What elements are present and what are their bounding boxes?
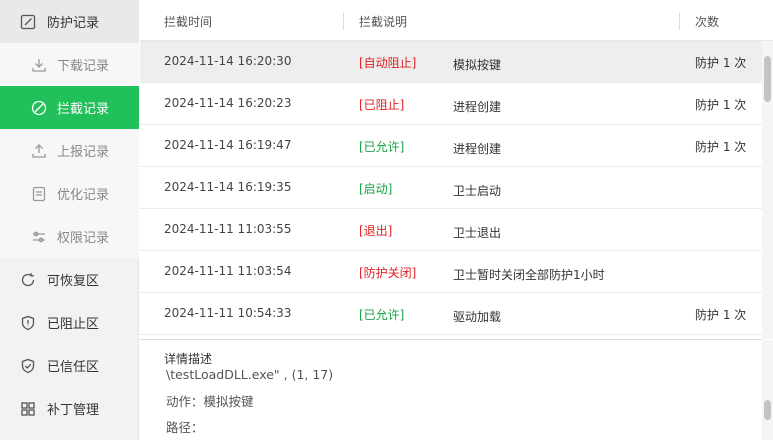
table-header: 拦截时间 拦截说明 次数 bbox=[140, 0, 773, 41]
row-time: 2024-11-11 10:54:33 bbox=[164, 306, 292, 320]
detail-scrollbar[interactable] bbox=[762, 340, 773, 440]
table-scrollbar-thumb[interactable] bbox=[764, 56, 771, 102]
block-icon bbox=[31, 100, 47, 116]
restore-icon bbox=[20, 272, 36, 288]
grid-icon bbox=[20, 401, 36, 417]
table-row[interactable]: 2024-11-11 10:54:33 [已允许] 驱动加载 防护 1 次 bbox=[140, 293, 762, 335]
sidebar-item-trusted-zone[interactable]: 已信任区 bbox=[0, 344, 139, 387]
row-time: 2024-11-11 11:03:54 bbox=[164, 264, 292, 278]
sidebar-item-label: 优化记录 bbox=[57, 188, 110, 203]
sidebar-item-permission-records[interactable]: 权限记录 bbox=[0, 215, 139, 258]
row-description: 进程创建 bbox=[453, 100, 502, 114]
detail-title: 详情描述 bbox=[164, 352, 213, 366]
row-time: 2024-11-14 16:20:23 bbox=[164, 96, 292, 110]
sidebar-item-label: 拦截记录 bbox=[57, 102, 110, 117]
row-description: 卫士暂时关闭全部防护1小时 bbox=[453, 268, 605, 282]
sidebar-item-label: 上报记录 bbox=[57, 145, 110, 160]
sidebar: 防护记录 下载记录 拦截记录 上报记录 优化记录 权限记录 可恢复区 已阻止区 … bbox=[0, 0, 139, 440]
sidebar-item-recoverable-zone[interactable]: 可恢复区 bbox=[0, 258, 139, 301]
sidebar-item-intercept-records[interactable]: 拦截记录 bbox=[0, 86, 139, 129]
row-count: 防护 1 次 bbox=[695, 98, 747, 112]
edit-icon bbox=[20, 14, 36, 30]
column-divider[interactable] bbox=[343, 13, 344, 30]
sidebar-item-protection-records[interactable]: 防护记录 bbox=[0, 0, 139, 43]
row-count: 防护 1 次 bbox=[695, 56, 747, 70]
sidebar-item-label: 权限记录 bbox=[57, 231, 110, 246]
row-count: 防护 1 次 bbox=[695, 308, 747, 322]
sidebar-item-label: 下载记录 bbox=[57, 59, 110, 74]
sidebar-item-upload-records[interactable]: 上报记录 bbox=[0, 129, 139, 172]
table-row[interactable]: 2024-11-11 11:03:55 [退出] 卫士退出 bbox=[140, 209, 762, 251]
table-scrollbar[interactable] bbox=[762, 41, 773, 339]
row-status-tag: [防护关闭] bbox=[359, 266, 417, 280]
row-description: 卫士启动 bbox=[453, 184, 502, 198]
sidebar-item-optimize-records[interactable]: 优化记录 bbox=[0, 172, 139, 215]
row-time: 2024-11-14 16:19:35 bbox=[164, 180, 292, 194]
shield-alert-icon bbox=[20, 315, 36, 331]
sidebar-item-label: 已阻止区 bbox=[47, 317, 100, 332]
row-description: 模拟按键 bbox=[453, 58, 502, 72]
sidebar-item-label: 可恢复区 bbox=[47, 274, 100, 289]
row-count: 防护 1 次 bbox=[695, 140, 747, 154]
column-header-count[interactable]: 次数 bbox=[695, 13, 719, 30]
table-row[interactable]: 2024-11-14 16:19:35 [启动] 卫士启动 bbox=[140, 167, 762, 209]
sidebar-item-label: 防护记录 bbox=[47, 16, 100, 31]
sidebar-item-label: 补丁管理 bbox=[47, 403, 100, 418]
row-time: 2024-11-14 16:20:30 bbox=[164, 54, 292, 68]
detail-scrollbar-thumb[interactable] bbox=[764, 400, 771, 420]
sidebar-item-download-records[interactable]: 下载记录 bbox=[0, 43, 139, 86]
detail-pane: 详情描述 \testLoadDLL.exe" , (1, 17) 动作：模拟按键… bbox=[140, 339, 762, 440]
row-description: 进程创建 bbox=[453, 142, 502, 156]
column-header-time[interactable]: 拦截时间 bbox=[164, 13, 212, 30]
row-description: 驱动加载 bbox=[453, 310, 502, 324]
row-description: 卫士退出 bbox=[453, 226, 502, 240]
upload-icon bbox=[31, 143, 47, 159]
shield-check-icon bbox=[20, 358, 36, 374]
row-status-tag: [已允许] bbox=[359, 308, 405, 322]
row-time: 2024-11-14 16:19:47 bbox=[164, 138, 292, 152]
row-status-tag: [已阻止] bbox=[359, 98, 405, 112]
document-icon bbox=[31, 186, 47, 202]
row-status-tag: [启动] bbox=[359, 182, 393, 196]
column-header-description[interactable]: 拦截说明 bbox=[359, 13, 407, 30]
table-row[interactable]: 2024-11-11 11:03:54 [防护关闭] 卫士暂时关闭全部防护1小时 bbox=[140, 251, 762, 293]
sidebar-item-label: 已信任区 bbox=[47, 360, 100, 375]
row-status-tag: [自动阻止] bbox=[359, 56, 417, 70]
row-time: 2024-11-11 11:03:55 bbox=[164, 222, 292, 236]
detail-line: \testLoadDLL.exe" , (1, 17) bbox=[166, 367, 334, 382]
detail-line: 动作：模拟按键 bbox=[166, 394, 254, 409]
table-row[interactable]: 2024-11-14 16:20:30 [自动阻止] 模拟按键 防护 1 次 bbox=[140, 41, 762, 83]
row-status-tag: [已允许] bbox=[359, 140, 405, 154]
sidebar-item-blocked-zone[interactable]: 已阻止区 bbox=[0, 301, 139, 344]
column-divider[interactable] bbox=[679, 13, 680, 30]
table-row[interactable]: 2024-11-14 16:19:47 [已允许] 进程创建 防护 1 次 bbox=[140, 125, 762, 167]
download-icon bbox=[31, 57, 47, 73]
sliders-icon bbox=[31, 229, 47, 245]
sidebar-item-patch-management[interactable]: 补丁管理 bbox=[0, 387, 139, 430]
table-row[interactable]: 2024-11-14 16:20:23 [已阻止] 进程创建 防护 1 次 bbox=[140, 83, 762, 125]
detail-line: 路径： bbox=[166, 420, 204, 435]
row-status-tag: [退出] bbox=[359, 224, 393, 238]
